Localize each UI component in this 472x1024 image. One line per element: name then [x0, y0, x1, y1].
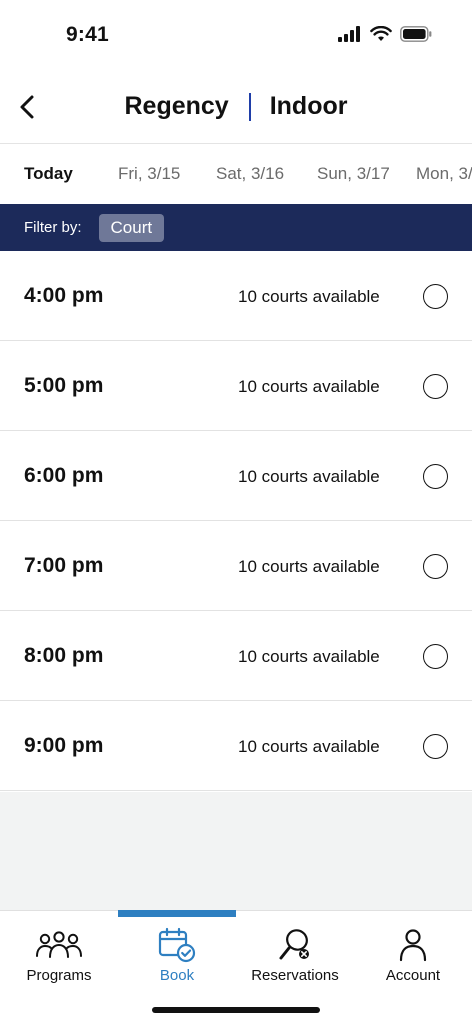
slot-radio-button[interactable] — [423, 644, 448, 669]
slot-time: 9:00 pm — [24, 734, 104, 757]
status-icons — [338, 26, 432, 42]
empty-list-area — [0, 792, 472, 910]
person-icon — [399, 929, 427, 962]
status-bar: 9:41 — [0, 0, 472, 70]
slot-radio-button[interactable] — [423, 464, 448, 489]
court-type: Indoor — [269, 92, 348, 120]
home-indicator — [152, 1007, 320, 1013]
filter-label: Filter by: — [24, 219, 82, 236]
tab-book[interactable]: Book — [118, 911, 236, 1001]
tab-programs-label: Programs — [26, 967, 92, 984]
time-slot-row[interactable]: 9:00 pm 10 courts available — [0, 701, 472, 791]
title-separator — [248, 92, 251, 121]
slot-radio-button[interactable] — [423, 374, 448, 399]
tab-account[interactable]: Account — [354, 911, 472, 1001]
tab-account-label: Account — [385, 967, 441, 984]
slot-radio-button[interactable] — [423, 554, 448, 579]
date-tabs: Today Fri, 3/15 Sat, 3/16 Sun, 3/17 Mon,… — [0, 144, 472, 204]
tab-book-label: Book — [159, 967, 195, 984]
date-tab-sun[interactable]: Sun, 3/17 — [317, 164, 390, 184]
wifi-icon — [370, 26, 392, 41]
time-slot-list: 4:00 pm 10 courts available 5:00 pm 10 c… — [0, 251, 472, 791]
slot-availability: 10 courts available — [238, 287, 380, 306]
date-tab-today[interactable]: Today — [24, 164, 73, 184]
tab-reservations[interactable]: Reservations — [236, 911, 354, 1001]
tab-programs[interactable]: Programs — [0, 911, 118, 1001]
time-slot-row[interactable]: 6:00 pm 10 courts available — [0, 431, 472, 521]
time-slot-row[interactable]: 8:00 pm 10 courts available — [0, 611, 472, 701]
slot-time: 6:00 pm — [24, 464, 104, 487]
slot-time: 8:00 pm — [24, 644, 104, 667]
tab-reservations-label: Reservations — [251, 967, 339, 984]
slot-availability: 10 courts available — [238, 377, 380, 396]
date-tab-fri[interactable]: Fri, 3/15 — [118, 164, 180, 184]
location-name: Regency — [124, 92, 229, 120]
slot-availability: 10 courts available — [238, 557, 380, 576]
date-tab-sat[interactable]: Sat, 3/16 — [216, 164, 284, 184]
time-slot-row[interactable]: 5:00 pm 10 courts available — [0, 341, 472, 431]
status-time: 9:41 — [66, 23, 109, 46]
time-slot-row[interactable]: 4:00 pm 10 courts available — [0, 251, 472, 341]
calendar-check-icon — [158, 927, 196, 963]
slot-time: 5:00 pm — [24, 374, 104, 397]
cellular-signal-icon — [338, 26, 360, 42]
paddle-icon — [279, 929, 309, 960]
slot-availability: 10 courts available — [238, 467, 380, 486]
people-icon — [36, 931, 82, 958]
slot-availability: 10 courts available — [238, 647, 380, 666]
slot-time: 4:00 pm — [24, 284, 104, 307]
time-slot-row[interactable]: 7:00 pm 10 courts available — [0, 521, 472, 611]
filter-chip-court[interactable]: Court — [98, 213, 165, 242]
date-tab-mon[interactable]: Mon, 3/18 — [416, 164, 472, 184]
slot-availability: 10 courts available — [238, 737, 380, 756]
nav-header: Regency Indoor — [0, 70, 472, 144]
battery-icon — [400, 26, 432, 42]
slot-time: 7:00 pm — [24, 554, 104, 577]
page-title: Regency Indoor — [0, 92, 472, 121]
filter-bar: Filter by: Court — [0, 204, 472, 251]
slot-radio-button[interactable] — [423, 734, 448, 759]
slot-radio-button[interactable] — [423, 284, 448, 309]
